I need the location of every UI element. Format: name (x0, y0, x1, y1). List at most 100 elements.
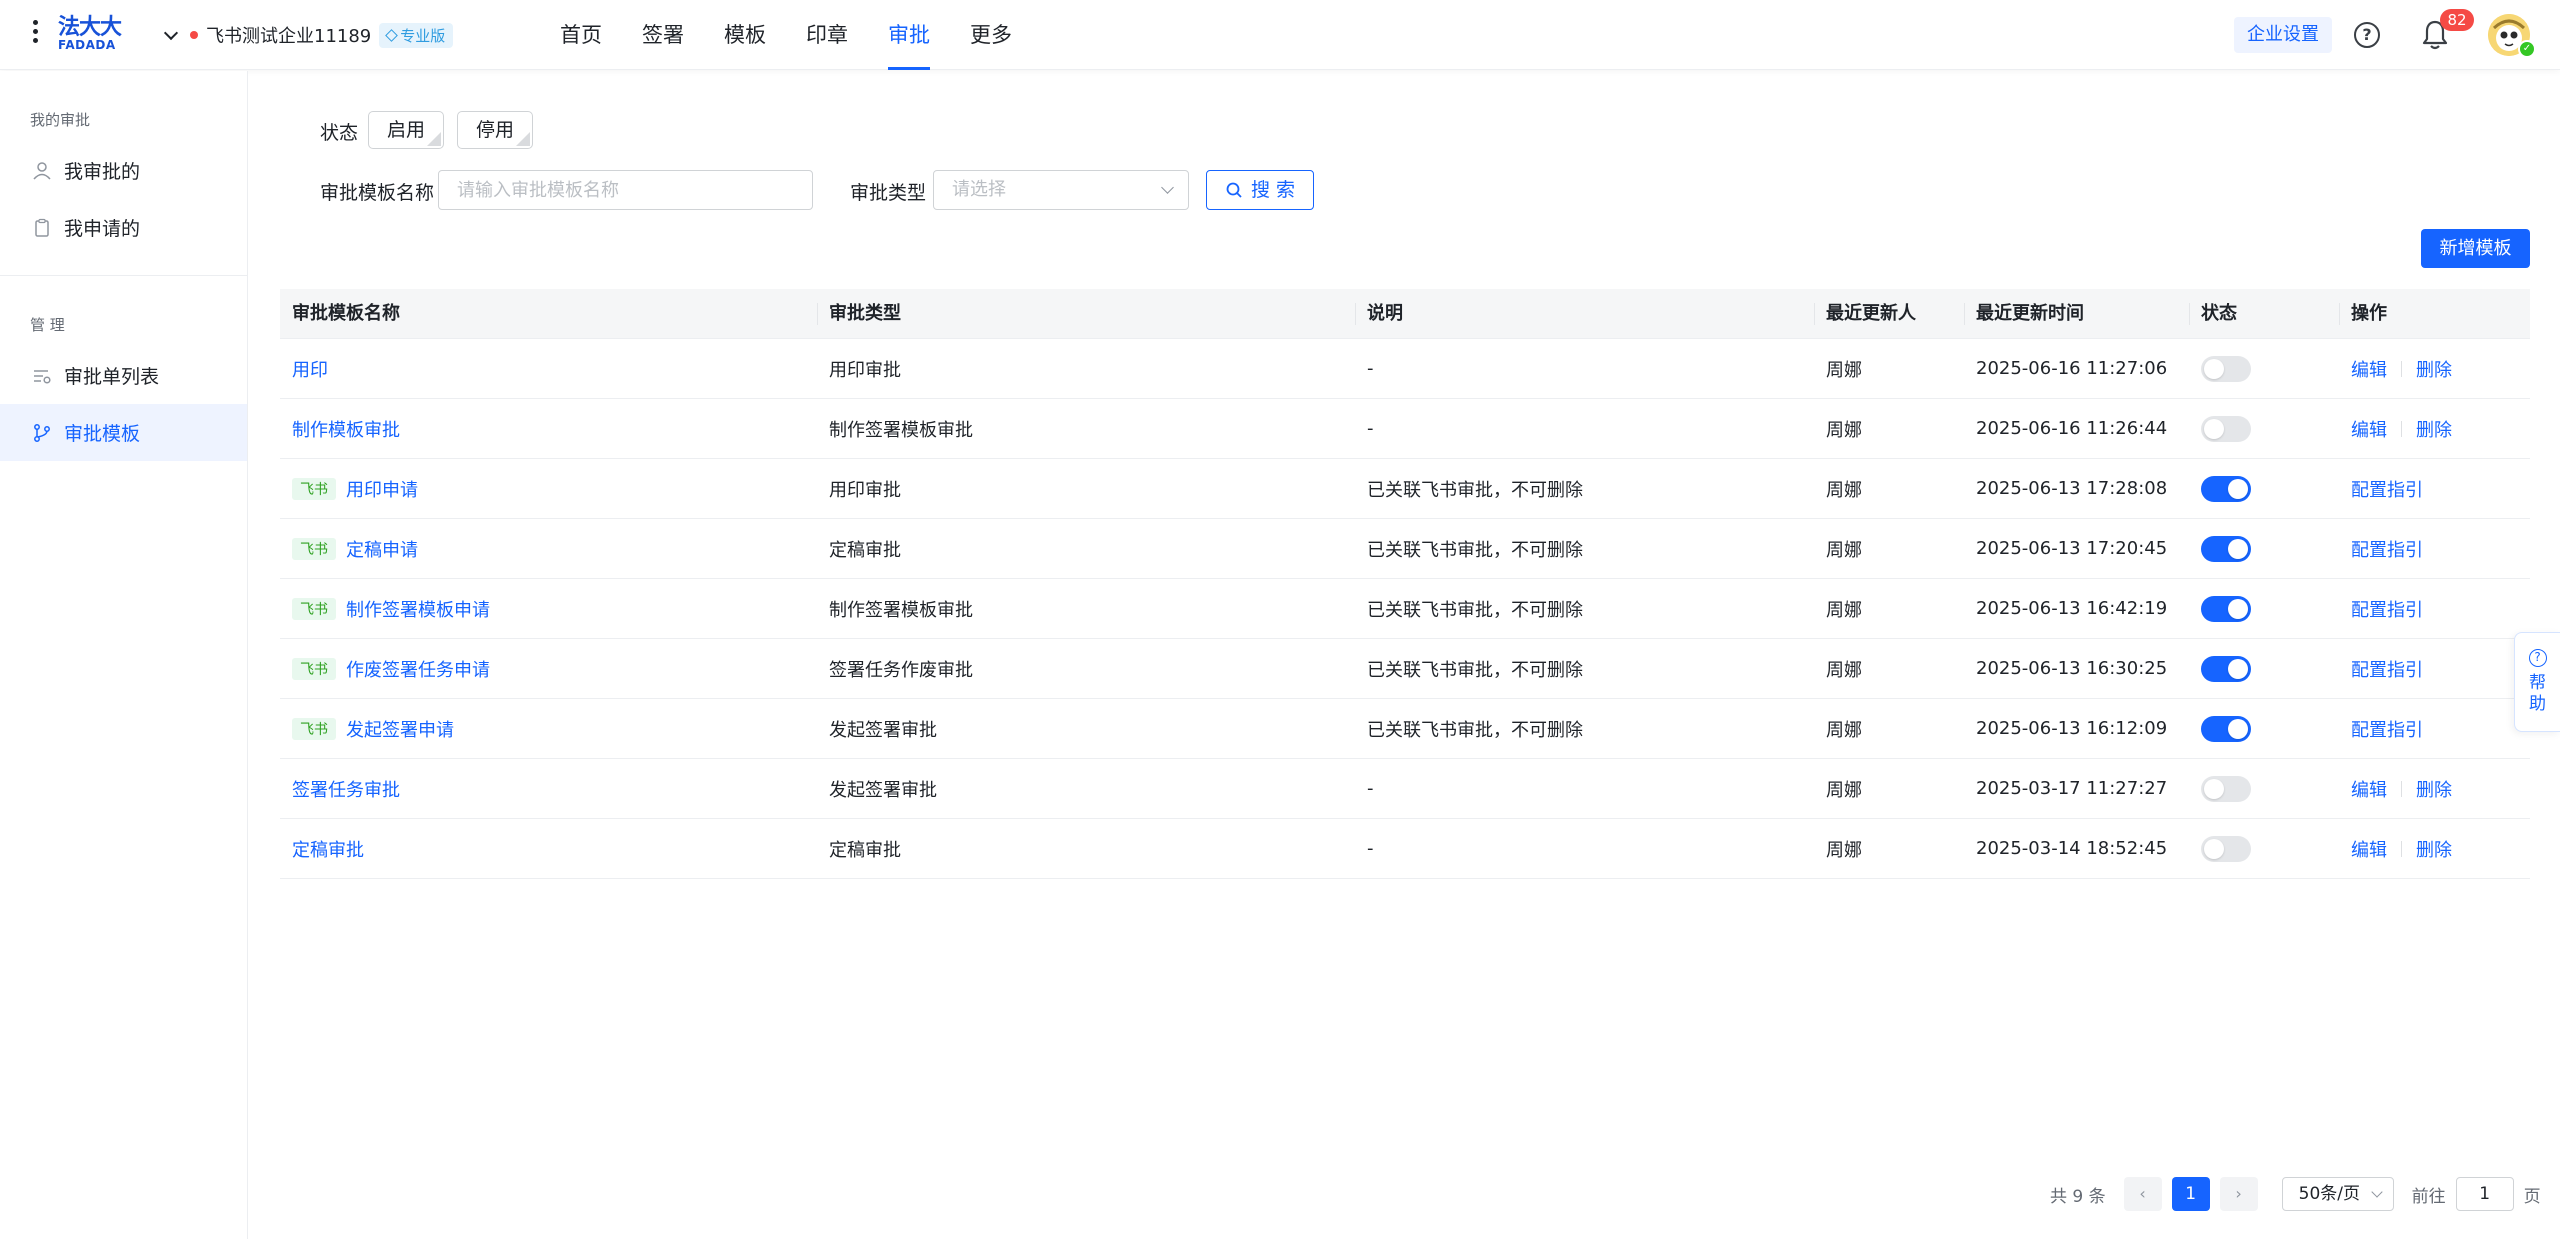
config-guide-link[interactable]: 配置指引 (2351, 536, 2423, 562)
template-name-link[interactable]: 定稿审批 (292, 840, 364, 861)
cell-updater: 周娜 (1826, 539, 1862, 561)
cell-type: 定稿审批 (829, 839, 901, 861)
status-filter-label: 状态 (320, 122, 359, 144)
status-toggle[interactable] (2201, 535, 2251, 562)
config-guide-link[interactable]: 配置指引 (2351, 596, 2423, 622)
nav-approval[interactable]: 审批 (868, 0, 950, 70)
cell-actions: 配置指引 (2339, 536, 2530, 562)
logo[interactable]: 法大大 FADADA (58, 17, 122, 53)
goto-page-input[interactable] (2455, 1177, 2514, 1211)
sidebar-item-label: 我审批的 (64, 161, 141, 183)
approval-type-select[interactable]: 请选择 (933, 170, 1189, 210)
nav-home[interactable]: 首页 (540, 0, 622, 70)
delete-link[interactable]: 删除 (2416, 836, 2452, 862)
company-switcher[interactable]: 飞书测试企业11189 专业版 (163, 22, 454, 48)
nav-more[interactable]: 更多 (950, 0, 1032, 70)
template-name-link[interactable]: 发起签署申请 (346, 720, 454, 741)
sidebar-item-i-approved[interactable]: 我审批的 (0, 142, 247, 199)
status-toggle[interactable] (2201, 355, 2251, 382)
sidebar-item-approval-template[interactable]: 审批模板 (0, 404, 247, 461)
cell-status (2189, 595, 2339, 622)
delete-link[interactable]: 删除 (2416, 416, 2452, 442)
pagination: 共 9 条 ‹ 1 › 50条/页 前往 页 (2050, 1176, 2541, 1212)
cell-desc: - (1367, 778, 1374, 799)
status-toggle[interactable] (2201, 595, 2251, 622)
template-name-link[interactable]: 定稿申请 (346, 540, 418, 561)
status-toggle[interactable] (2201, 835, 2251, 862)
delete-link[interactable]: 删除 (2416, 356, 2452, 382)
page-unit: 页 (2523, 1186, 2541, 1207)
help-icon[interactable]: ? (2354, 22, 2380, 48)
cell-time: 2025-06-13 16:30:25 (1976, 658, 2168, 679)
column-header-actions: 操作 (2339, 289, 2530, 339)
column-header-name: 审批模板名称 (292, 302, 400, 324)
floating-help-button[interactable]: ? 帮助 (2514, 632, 2560, 732)
config-guide-link[interactable]: 配置指引 (2351, 656, 2423, 682)
sidebar-item-approval-list[interactable]: 审批单列表 (0, 347, 247, 404)
floating-help-label: 帮助 (2529, 673, 2546, 714)
edit-link[interactable]: 编辑 (2351, 356, 2387, 382)
verified-icon: ✓ (2518, 40, 2536, 58)
question-icon: ? (2528, 649, 2547, 667)
search-button[interactable]: 搜 索 (1206, 170, 1314, 210)
template-name-link[interactable]: 用印申请 (346, 480, 418, 501)
page-size-select[interactable]: 50条/页 (2281, 1177, 2394, 1211)
next-page-button[interactable]: › (2219, 1177, 2258, 1211)
table-row: 飞书 作废签署任务申请 签署任务作废审批 已关联飞书审批，不可删除 周娜 2025-06-… (280, 639, 2530, 699)
cell-desc: - (1367, 358, 1374, 379)
status-toggle[interactable] (2201, 475, 2251, 502)
template-name-link[interactable]: 作废签署任务申请 (346, 660, 490, 681)
status-toggle[interactable] (2201, 415, 2251, 442)
toggle-knob (2228, 658, 2248, 679)
cell-name: 签署任务审批 (280, 776, 817, 802)
edit-link[interactable]: 编辑 (2351, 836, 2387, 862)
cell-updater: 周娜 (1826, 359, 1862, 381)
template-name-link[interactable]: 制作模板审批 (292, 420, 400, 441)
logo-text: 法大大 (58, 15, 122, 40)
divider (2401, 360, 2402, 377)
cell-name: 用印 (280, 356, 817, 382)
edit-link[interactable]: 编辑 (2351, 416, 2387, 442)
add-template-button[interactable]: 新增模板 (2421, 229, 2530, 268)
status-toggle[interactable] (2201, 715, 2251, 742)
nav-sign[interactable]: 签署 (622, 0, 704, 70)
status-toggle[interactable] (2201, 655, 2251, 682)
sidebar-item-i-applied[interactable]: 我申请的 (0, 199, 247, 256)
toggle-knob (2228, 478, 2248, 499)
status-disabled-button[interactable]: 停用 (457, 111, 534, 149)
cell-desc: 已关联飞书审批，不可删除 (1367, 659, 1583, 681)
divider (2401, 840, 2402, 857)
nav-template[interactable]: 模板 (704, 0, 786, 70)
table-row: 飞书 发起签署申请 发起签署审批 已关联飞书审批，不可删除 周娜 2025-06-13 1… (280, 699, 2530, 759)
status-toggle[interactable] (2201, 775, 2251, 802)
cell-type: 发起签署审批 (829, 719, 937, 741)
cell-updater: 周娜 (1826, 779, 1862, 801)
cell-actions: 配置指引 (2339, 716, 2530, 742)
config-guide-link[interactable]: 配置指引 (2351, 716, 2423, 742)
template-name-input[interactable] (438, 170, 813, 210)
nav-seal[interactable]: 印章 (786, 0, 868, 70)
divider (2401, 420, 2402, 437)
cell-actions: 编辑 删除 (2339, 836, 2530, 862)
enterprise-settings-button[interactable]: 企业设置 (2234, 17, 2332, 53)
list-filter-icon (34, 369, 51, 384)
app-menu-icon[interactable] (28, 20, 42, 50)
logo-subtext: FADADA (58, 38, 116, 52)
edit-link[interactable]: 编辑 (2351, 776, 2387, 802)
template-name-link[interactable]: 签署任务审批 (292, 780, 400, 801)
template-name-label: 审批模板名称 (320, 182, 435, 204)
cell-status (2189, 715, 2339, 742)
sidebar-item-label: 审批模板 (64, 423, 141, 445)
toggle-knob (2228, 598, 2248, 619)
template-name-link[interactable]: 用印 (292, 360, 328, 381)
cell-type: 定稿审批 (829, 539, 901, 561)
prev-page-button[interactable]: ‹ (2123, 1177, 2162, 1211)
delete-link[interactable]: 删除 (2416, 776, 2452, 802)
config-guide-link[interactable]: 配置指引 (2351, 476, 2423, 502)
template-name-link[interactable]: 制作签署模板申请 (346, 600, 490, 621)
table-row: 飞书 定稿申请 定稿审批 已关联飞书审批，不可删除 周娜 2025-06-13 17:20… (280, 519, 2530, 579)
notification-badge: 82 (2440, 9, 2474, 31)
page-size-value: 50条/页 (2298, 1184, 2360, 1204)
status-enabled-button[interactable]: 启用 (368, 111, 445, 149)
page-number-current[interactable]: 1 (2171, 1177, 2210, 1211)
